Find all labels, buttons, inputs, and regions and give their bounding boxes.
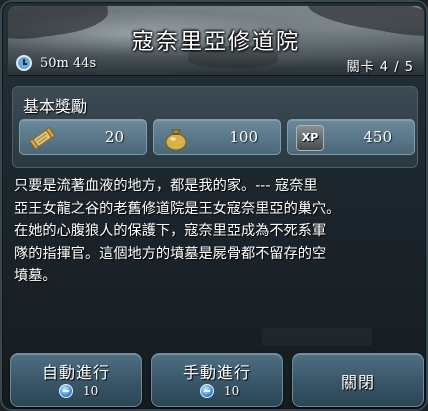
remaining-time: 50m 44s [16,55,96,71]
button-label: 自動進行 [41,363,110,382]
description-line: 在她的心腹狼人的保護下，寇奈里亞成為不死系軍 [14,223,327,239]
reward-item-xp: XP 450 [287,119,415,155]
reward-item-scroll: 20 [19,119,147,155]
money-bag-icon [165,129,187,151]
dungeon-dialog: 寇奈里亞修道院 50m 44s 關卡 4 / 5 基本獎勵 20 100 XP … [0,0,428,411]
dialog-header: 寇奈里亞修道院 50m 44s 關卡 4 / 5 [8,6,424,76]
description-line: 隊的指揮官。這個地方的墳墓是屍骨都不留存的空 [14,245,327,262]
description-line: 墳墓。 [14,268,57,284]
reward-value: 450 [363,128,392,146]
button-label: 關閉 [340,373,375,392]
gem-icon [59,384,73,398]
reward-value: 100 [229,128,258,146]
xp-icon: XP [296,125,324,151]
gem-icon [200,384,214,398]
reward-item-gold: 100 [153,119,281,155]
clock-icon [16,55,32,71]
reward-value: 20 [104,128,124,146]
button-cost: 10 [200,384,239,398]
cost-value: 10 [224,384,240,398]
manual-proceed-button[interactable]: 手動進行 10 [151,353,283,407]
description-line: 亞王女龍之谷的老舊修道院是王女寇奈里亞的巢穴。 [14,200,341,217]
cost-value: 10 [83,384,99,398]
basic-rewards-panel: 基本獎勵 20 100 XP 450 [12,86,418,168]
rewards-title: 基本獎勵 [23,97,88,116]
auto-proceed-button[interactable]: 自動進行 10 [10,353,142,407]
scroll-icon [29,127,55,150]
dungeon-title: 寇奈里亞修道院 [131,30,300,55]
close-button[interactable]: 關閉 [292,353,424,407]
timer-text: 50m 44s [40,55,97,71]
description-line: 只要是流著血液的地方，都是我的家。--- 寇奈里 [14,178,318,194]
dungeon-description: 只要是流著血液的地方，都是我的家。--- 寇奈里 亞王女龍之谷的老舊修道院是王女… [14,175,418,288]
button-cost: 10 [59,384,98,398]
background-decoration [262,328,372,346]
button-label: 手動進行 [182,363,251,382]
stage-counter: 關卡 4 / 5 [346,60,414,75]
